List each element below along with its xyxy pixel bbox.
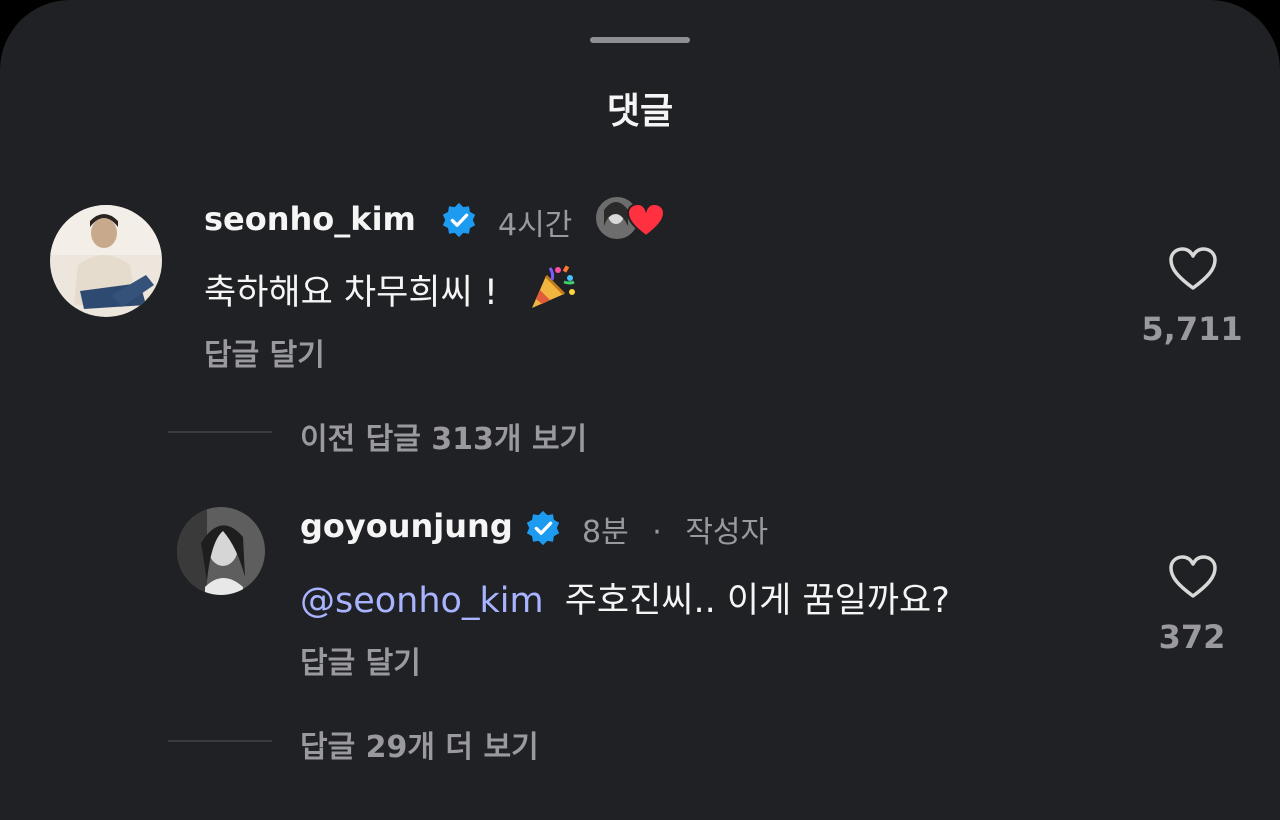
sheet-title: 댓글 xyxy=(606,91,674,132)
like-count: 5,711 xyxy=(1141,310,1243,348)
verified-badge-icon xyxy=(526,510,560,546)
comment-username[interactable]: goyounjung xyxy=(300,507,513,545)
party-popper-icon xyxy=(532,265,575,308)
meta-separator: · xyxy=(652,515,662,550)
view-previous-replies-button[interactable]: 이전 답글 313개 보기 xyxy=(300,414,587,458)
reply-button[interactable]: 답글 달기 xyxy=(300,638,421,682)
comment-time: 4시간 xyxy=(498,208,573,243)
liked-by-author-icon xyxy=(594,195,666,241)
heart-outline-icon[interactable] xyxy=(1168,554,1218,600)
comment-text-content: 축하해요 차무희씨 ! xyxy=(204,273,498,313)
mention-link[interactable]: @seonho_kim xyxy=(300,581,544,621)
reply-button[interactable]: 답글 달기 xyxy=(204,330,325,374)
like-count: 372 xyxy=(1158,618,1226,656)
avatar-seonho-kim[interactable] xyxy=(50,205,162,317)
sheet-drag-handle[interactable] xyxy=(590,37,690,43)
comment-time: 8분 xyxy=(582,515,629,550)
replies-divider xyxy=(168,431,272,433)
verified-badge-icon xyxy=(442,202,476,238)
comment-text: @seonho_kim 주호진씨.. 이게 꿈일까요? xyxy=(300,572,950,623)
author-tag: 작성자 xyxy=(685,515,769,550)
avatar-goyounjung[interactable] xyxy=(177,507,265,595)
view-more-replies-button[interactable]: 답글 29개 더 보기 xyxy=(300,722,539,766)
replies-divider xyxy=(168,740,272,742)
comment-username[interactable]: seonho_kim xyxy=(204,200,416,238)
comment-text: 축하해요 차무희씨 ! xyxy=(204,264,498,315)
comments-sheet: 댓글 seonho_kim 4시간 축하해요 차무희씨 ! 답글 달기 5,71… xyxy=(0,0,1280,820)
comment-meta: 8분 · 작성자 xyxy=(582,507,768,551)
comment-text-content: 주호진씨.. 이게 꿈일까요? xyxy=(564,581,950,621)
heart-outline-icon[interactable] xyxy=(1168,246,1218,292)
